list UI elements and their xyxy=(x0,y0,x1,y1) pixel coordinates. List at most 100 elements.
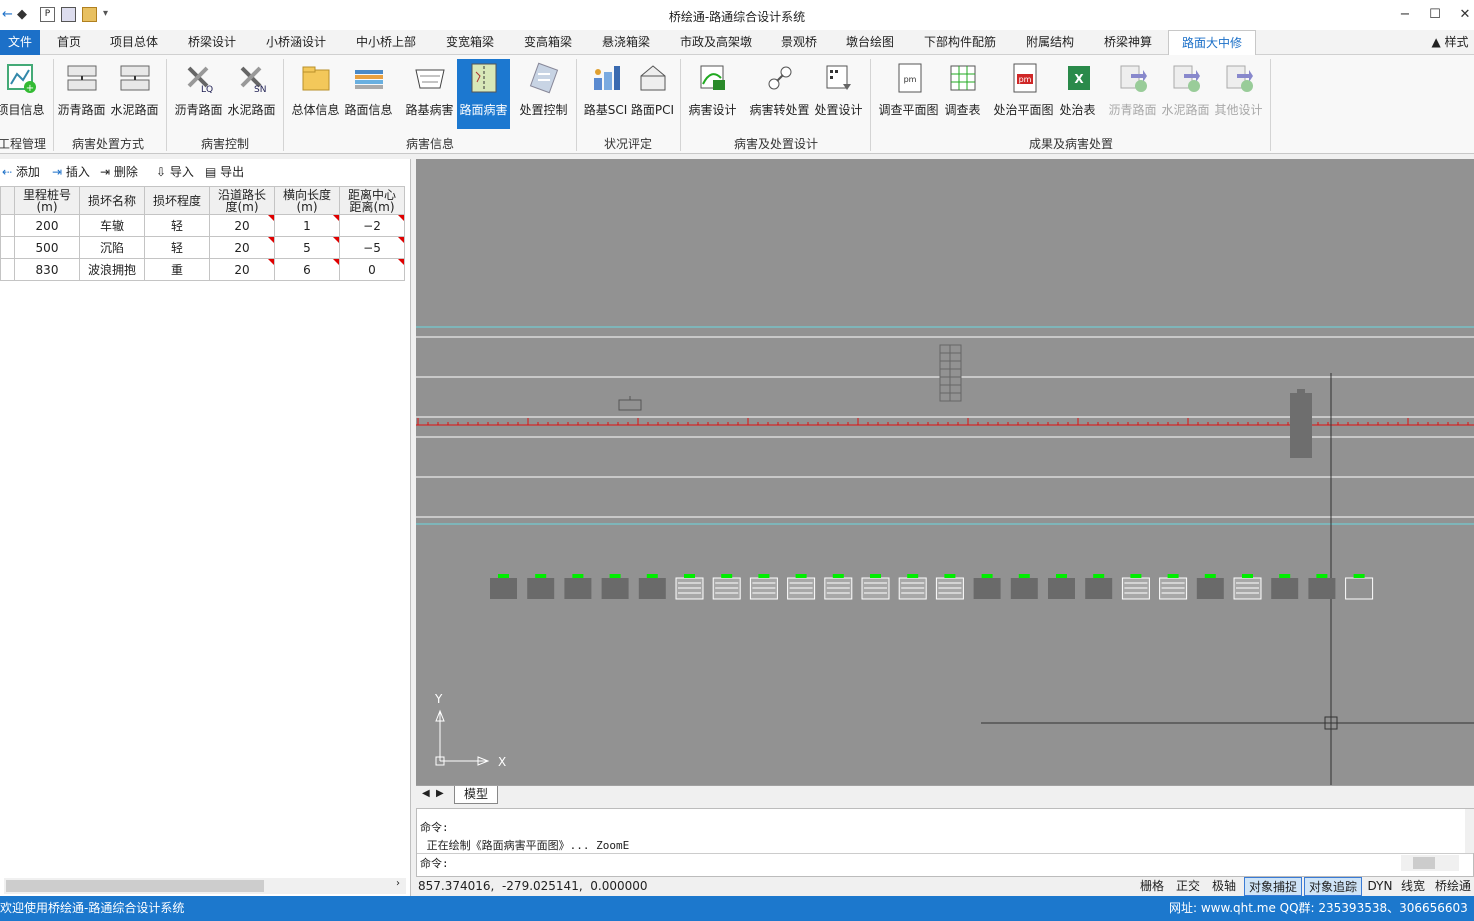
cell-damage-name[interactable]: 车辙 xyxy=(79,214,145,237)
disease-design-button[interactable]: 病害设计 xyxy=(686,59,739,129)
cad-drawing-canvas[interactable]: Y X xyxy=(416,159,1474,785)
table-horizontal-scrollbar[interactable]: › xyxy=(4,878,406,894)
col-header-width[interactable]: 横向长度 (m) xyxy=(274,186,340,215)
toggle-dyn[interactable]: DYN xyxy=(1366,877,1394,896)
toggle-ortho[interactable]: 正交 xyxy=(1172,877,1204,896)
asphalt-export-button[interactable]: 沥青路面 xyxy=(1106,59,1159,129)
cell-width[interactable]: 5 xyxy=(274,236,340,259)
menu-municipal-pier[interactable]: 市政及高架墩 xyxy=(670,30,762,55)
menu-bridge-design[interactable]: 桥梁设计 xyxy=(178,30,246,55)
treatment-plan-button[interactable]: pm 处治平面图 xyxy=(993,59,1054,129)
minimize-button[interactable]: − xyxy=(1390,4,1420,26)
toggle-grid[interactable]: 栅格 xyxy=(1136,877,1168,896)
import-button[interactable]: ⇩ 导入 xyxy=(156,163,194,181)
col-header-offset[interactable]: 距离中心 距离(m) xyxy=(339,186,405,215)
disposal-control-button[interactable]: 处置控制 xyxy=(517,59,570,129)
other-export-button[interactable]: 其他设计 xyxy=(1212,59,1265,129)
row-selector[interactable] xyxy=(0,214,15,237)
row-selector[interactable] xyxy=(0,258,15,281)
command-history-scrollbar[interactable] xyxy=(1465,809,1474,853)
tab-next-icon[interactable]: ▶ xyxy=(436,788,444,799)
toggle-object-snap[interactable]: 对象捕捉 xyxy=(1244,877,1302,896)
cell-station[interactable]: 200 xyxy=(14,214,80,237)
cement-control-button[interactable]: SN 水泥路面 xyxy=(225,59,278,129)
cell-damage-level[interactable]: 重 xyxy=(144,258,210,281)
subgrade-disease-button[interactable]: 路基病害 xyxy=(403,59,456,129)
row-selector[interactable] xyxy=(0,236,15,259)
command-scroll-thumb[interactable] xyxy=(1413,857,1435,869)
maximize-button[interactable]: ☐ xyxy=(1420,4,1450,26)
menu-bridge-calc[interactable]: 桥梁神算 xyxy=(1094,30,1162,55)
insert-button[interactable]: ⇥ 插入 xyxy=(52,163,90,181)
survey-plan-button[interactable]: pm 调查平面图 xyxy=(878,59,939,129)
menu-variable-height[interactable]: 变高箱梁 xyxy=(514,30,582,55)
ribbon-label: 其他设计 xyxy=(1214,103,1263,117)
asphalt-method-button[interactable]: 沥青路面 xyxy=(55,59,108,129)
menu-home[interactable]: 首页 xyxy=(43,30,95,55)
tab-prev-icon[interactable]: ◀ xyxy=(422,788,430,799)
toggle-app[interactable]: 桥绘通 xyxy=(1432,877,1474,896)
dropdown-marker-icon xyxy=(268,259,274,265)
delete-button[interactable]: ⇥ 删除 xyxy=(100,163,138,181)
menu-rebar[interactable]: 下部构件配筋 xyxy=(914,30,1006,55)
project-info-button[interactable]: + 项目信息 xyxy=(0,59,47,129)
cell-damage-level[interactable]: 轻 xyxy=(144,214,210,237)
command-scrollbar[interactable] xyxy=(1401,855,1459,871)
col-header-damage-level[interactable]: 损坏程度 xyxy=(144,186,210,215)
scrollbar-thumb[interactable] xyxy=(6,880,264,892)
cell-offset[interactable]: −2 xyxy=(339,214,405,237)
close-button[interactable]: ✕ xyxy=(1450,4,1474,26)
tab-model[interactable]: 模型 xyxy=(454,786,498,804)
col-header-station[interactable]: 里程桩号 (m) xyxy=(14,186,80,215)
add-button[interactable]: ⇠ 添加 xyxy=(2,163,40,181)
col-header-damage-name[interactable]: 损坏名称 xyxy=(79,186,145,215)
treatment-table-button[interactable]: X 处治表 xyxy=(1051,59,1104,129)
disease-convert-button[interactable]: 病害转处置 xyxy=(749,59,810,129)
toggle-object-track[interactable]: 对象追踪 xyxy=(1304,877,1362,896)
cement-method-button[interactable]: 水泥路面 xyxy=(108,59,161,129)
menu-pavement-repair[interactable]: 路面大中修 xyxy=(1168,30,1256,56)
pavement-disease-button[interactable]: 路面病害 xyxy=(457,59,510,129)
menu-file[interactable]: 文件 xyxy=(0,30,40,55)
cell-length[interactable]: 20 xyxy=(209,214,275,237)
menu-cantilever[interactable]: 悬浇箱梁 xyxy=(592,30,660,55)
cell-station[interactable]: 500 xyxy=(14,236,80,259)
toggle-polar[interactable]: 极轴 xyxy=(1208,877,1240,896)
cell-length[interactable]: 20 xyxy=(209,258,275,281)
cad-status-bar: 857.374016, -279.025141, 0.000000 栅格 正交 … xyxy=(416,877,1474,896)
pci-button[interactable]: 路面PCI xyxy=(626,59,679,129)
cell-offset[interactable]: −5 xyxy=(339,236,405,259)
menu-pier-drawing[interactable]: 墩台绘图 xyxy=(836,30,904,55)
toggle-lineweight[interactable]: 线宽 xyxy=(1398,877,1428,896)
menu-superstructure[interactable]: 中小桥上部 xyxy=(346,30,426,55)
menu-accessory[interactable]: 附属结构 xyxy=(1016,30,1084,55)
export-button[interactable]: ▤ 导出 xyxy=(205,163,244,181)
sci-button[interactable]: 路基SCI xyxy=(579,59,632,129)
scroll-right-icon[interactable]: › xyxy=(396,878,400,889)
cement-export-button[interactable]: 水泥路面 xyxy=(1159,59,1212,129)
menu-landscape-bridge[interactable]: 景观桥 xyxy=(772,30,826,55)
general-info-button[interactable]: 总体信息 xyxy=(289,59,342,129)
cell-length-value: 20 xyxy=(234,240,250,255)
asphalt-control-button[interactable]: LQ 沥青路面 xyxy=(172,59,225,129)
menu-culvert[interactable]: 小桥涵设计 xyxy=(256,30,336,55)
command-prompt[interactable]: 命令: xyxy=(420,855,449,871)
menu-variable-width[interactable]: 变宽箱梁 xyxy=(436,30,504,55)
table-row[interactable]: 200 车辙 轻 20 1 −2 xyxy=(0,214,405,237)
disposal-design-button[interactable]: 处置设计 xyxy=(812,59,865,129)
cell-damage-name[interactable]: 波浪拥抱 xyxy=(79,258,145,281)
table-row[interactable]: 500 沉陷 轻 20 5 −5 xyxy=(0,236,405,259)
table-row[interactable]: 830 波浪拥抱 重 20 6 0 xyxy=(0,258,405,281)
cell-damage-level[interactable]: 轻 xyxy=(144,236,210,259)
cell-damage-name[interactable]: 沉陷 xyxy=(79,236,145,259)
cell-length[interactable]: 20 xyxy=(209,236,275,259)
survey-table-button[interactable]: 调查表 xyxy=(936,59,989,129)
cell-offset[interactable]: 0 xyxy=(339,258,405,281)
col-header-length[interactable]: 沿道路长 度(m) xyxy=(209,186,275,215)
pavement-info-button[interactable]: 路面信息 xyxy=(342,59,395,129)
cell-width[interactable]: 6 xyxy=(274,258,340,281)
style-menu[interactable]: ▲ 样式 xyxy=(1426,30,1474,55)
cell-width[interactable]: 1 xyxy=(274,214,340,237)
menu-project[interactable]: 项目总体 xyxy=(100,30,168,55)
cell-station[interactable]: 830 xyxy=(14,258,80,281)
